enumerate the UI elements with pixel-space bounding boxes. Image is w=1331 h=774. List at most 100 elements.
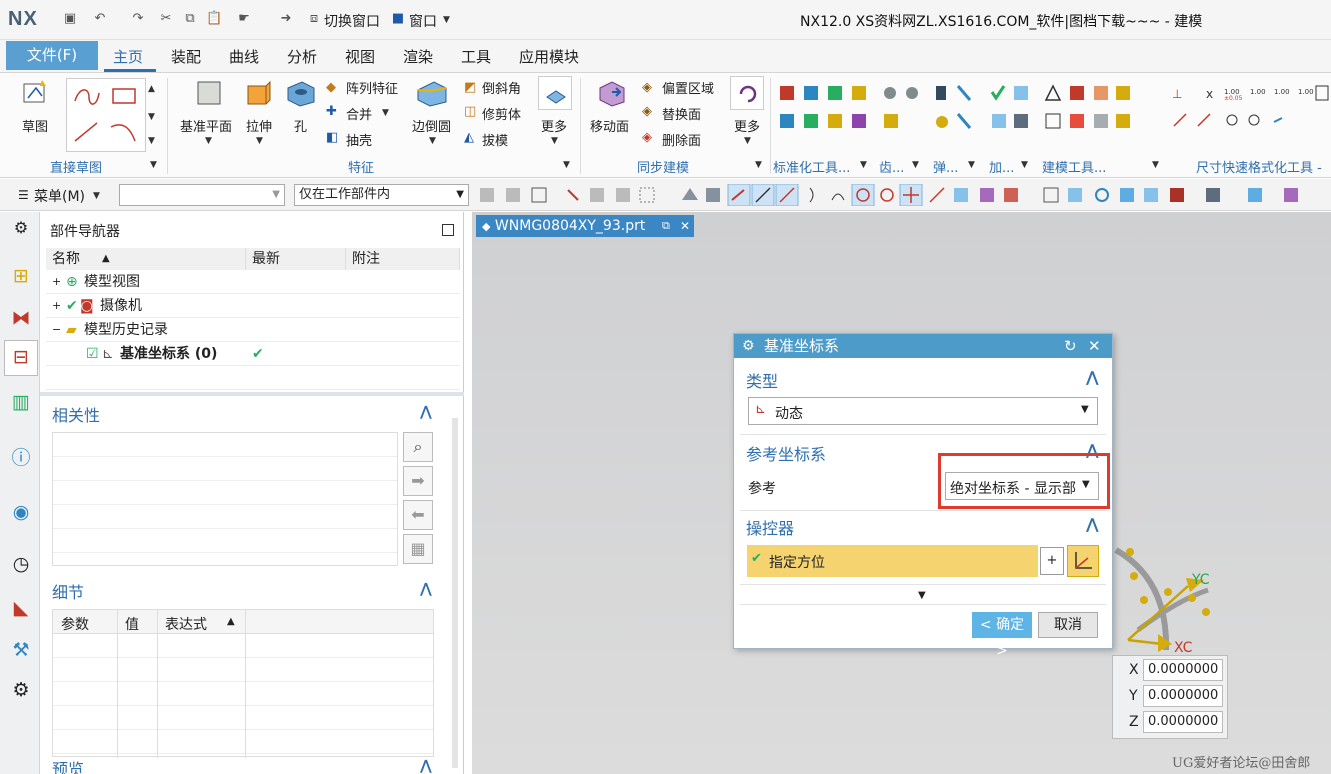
- tab-assembly[interactable]: 装配: [171, 46, 201, 67]
- coord-z-input[interactable]: 0.0000000: [1143, 711, 1223, 733]
- coord-x-input[interactable]: 0.0000000: [1143, 659, 1223, 681]
- machining-group-chevron-icon[interactable]: ▼: [1021, 160, 1028, 170]
- window-menu-button[interactable]: 窗口: [409, 11, 437, 31]
- tab-view[interactable]: 视图: [345, 46, 375, 67]
- maximize-icon[interactable]: [442, 224, 454, 236]
- dialog-settings-gear-icon[interactable]: ⚙: [742, 334, 755, 358]
- save-icon[interactable]: ▣: [62, 11, 78, 27]
- close-icon[interactable]: ✕: [1088, 334, 1101, 358]
- tab-close-icon[interactable]: ✕: [680, 215, 690, 237]
- datum-plane-chevron-icon[interactable]: ▼: [205, 136, 212, 146]
- unite-icon[interactable]: ✚: [326, 104, 337, 119]
- csys-dialog-icon[interactable]: [1067, 545, 1099, 577]
- point-dialog-icon[interactable]: +: [1040, 547, 1064, 575]
- feature-group-chevron-icon[interactable]: ▼: [563, 160, 570, 170]
- details-collapse-icon[interactable]: ⋀: [420, 581, 432, 597]
- sync-group-chevron-icon[interactable]: ▼: [755, 160, 762, 170]
- pane-splitter[interactable]: [40, 392, 464, 396]
- manufacturing-wizard-icon[interactable]: ⚒: [9, 638, 33, 662]
- column-header-notes[interactable]: 附注: [346, 248, 460, 270]
- more-sync-icon[interactable]: [730, 76, 764, 110]
- history-icon[interactable]: ◷: [9, 552, 33, 576]
- group-menu-chevron-icon[interactable]: ▼: [150, 160, 157, 170]
- find-icon[interactable]: ⌕: [403, 432, 433, 462]
- pattern-feature-button[interactable]: 阵列特征: [346, 78, 398, 97]
- constraint-navigator-icon[interactable]: ⧓: [9, 306, 33, 330]
- tab-render[interactable]: 渲染: [403, 46, 433, 67]
- copy-icon[interactable]: ⧉: [182, 11, 198, 27]
- part-navigator-tab[interactable]: ⊟: [4, 340, 38, 376]
- extrude-button[interactable]: 拉伸: [246, 116, 272, 135]
- window-icon[interactable]: ■: [390, 11, 406, 27]
- gallery-up-icon[interactable]: ▲: [148, 84, 155, 94]
- collapse-icon[interactable]: −: [52, 318, 61, 342]
- offset-region-icon[interactable]: ◈: [642, 80, 652, 95]
- repeat-command-icon[interactable]: ➜: [278, 11, 294, 27]
- details-column-value[interactable]: 值: [125, 614, 139, 634]
- sketch-icon[interactable]: [22, 78, 50, 106]
- touch-mode-icon[interactable]: ☛: [236, 11, 252, 27]
- specify-orientation-row[interactable]: ✔ 指定方位: [747, 545, 1038, 577]
- column-header-latest[interactable]: 最新: [246, 248, 346, 270]
- preview-collapse-icon[interactable]: ⋀: [420, 758, 432, 774]
- menu-icon[interactable]: ☰: [18, 188, 29, 202]
- tab-analysis[interactable]: 分析: [287, 46, 317, 67]
- machining-tools-icons[interactable]: [990, 84, 1030, 134]
- checkbox-checked-icon[interactable]: ☑: [86, 342, 99, 366]
- unite-chevron-icon[interactable]: ▼: [382, 108, 389, 118]
- more-features-icon[interactable]: [538, 76, 572, 110]
- datum-plane-icon[interactable]: [194, 78, 224, 108]
- menu-button[interactable]: 菜单(M): [34, 186, 85, 206]
- back-icon[interactable]: ⬅: [403, 500, 433, 530]
- datum-plane-button[interactable]: 基准平面: [180, 116, 232, 135]
- details-column-param[interactable]: 参数: [61, 614, 89, 634]
- manipulator-section-collapse-icon[interactable]: ⋀: [1086, 515, 1099, 533]
- resource-bar-settings-icon[interactable]: ⚙: [9, 216, 33, 240]
- document-tab[interactable]: ◆ WNMG0804XY_93.prt ⧉ ✕: [476, 215, 694, 237]
- trim-body-button[interactable]: 修剪体: [482, 104, 521, 123]
- expand-icon[interactable]: +: [52, 294, 61, 318]
- gear-group-chevron-icon[interactable]: ▼: [912, 160, 919, 170]
- dependencies-collapse-icon[interactable]: ⋀: [420, 404, 432, 420]
- redo-icon[interactable]: ↷: [130, 11, 146, 27]
- menu-chevron-icon[interactable]: ▼: [93, 191, 100, 201]
- ok-button[interactable]: < 确定 >: [972, 612, 1032, 659]
- assembly-navigator-icon[interactable]: ⊞: [9, 264, 33, 288]
- tab-pin-icon[interactable]: ⧉: [662, 215, 670, 237]
- modeling-tools-chevron-icon[interactable]: ▼: [1152, 160, 1159, 170]
- tab-tools[interactable]: 工具: [461, 46, 491, 67]
- tab-applications[interactable]: 应用模块: [519, 46, 579, 67]
- more-sync-chevron-icon[interactable]: ▼: [744, 136, 751, 146]
- modeling-tools-icons[interactable]: [1044, 84, 1134, 134]
- snap-and-selection-icons[interactable]: [478, 183, 1328, 207]
- chamfer-icon[interactable]: ◩: [464, 80, 476, 95]
- reference-dropdown[interactable]: 绝对坐标系 - 显示部件 ▼: [945, 472, 1099, 500]
- reuse-library-icon[interactable]: ▥: [9, 390, 33, 414]
- window-menu-chevron-icon[interactable]: ▼: [443, 15, 450, 25]
- edge-blend-icon[interactable]: [416, 78, 448, 108]
- standardization-chevron-icon[interactable]: ▼: [860, 160, 867, 170]
- draft-icon[interactable]: ◭: [464, 130, 474, 145]
- shell-button[interactable]: 抽壳: [346, 130, 372, 149]
- delete-face-button[interactable]: 删除面: [662, 130, 701, 149]
- reset-icon[interactable]: ↻: [1064, 334, 1077, 358]
- tab-curve[interactable]: 曲线: [229, 46, 259, 67]
- edge-blend-button[interactable]: 边倒圆: [412, 116, 451, 135]
- details-column-expression[interactable]: 表达式: [165, 614, 207, 634]
- replace-face-icon[interactable]: ◈: [642, 104, 652, 119]
- process-studio-icon[interactable]: ◣: [9, 596, 33, 620]
- more-features-button[interactable]: 更多: [541, 116, 567, 135]
- more-sync-button[interactable]: 更多: [734, 116, 760, 135]
- paste-icon[interactable]: 📋: [206, 11, 222, 27]
- navigator-scrollbar[interactable]: [452, 418, 458, 768]
- spring-tools-icons[interactable]: [934, 84, 974, 134]
- chamfer-button[interactable]: 倒斜角: [482, 78, 521, 97]
- role-icon[interactable]: ⚙: [9, 678, 33, 702]
- cancel-button[interactable]: 取消: [1038, 612, 1098, 638]
- tab-home[interactable]: 主页: [113, 46, 143, 67]
- pattern-icon[interactable]: ◆: [326, 80, 336, 95]
- csys-manipulator[interactable]: [1108, 540, 1218, 658]
- trim-body-icon[interactable]: ◫: [464, 104, 476, 119]
- hd3d-tools-icon[interactable]: ⓘ: [9, 446, 33, 470]
- offset-region-button[interactable]: 偏置区域: [662, 78, 714, 97]
